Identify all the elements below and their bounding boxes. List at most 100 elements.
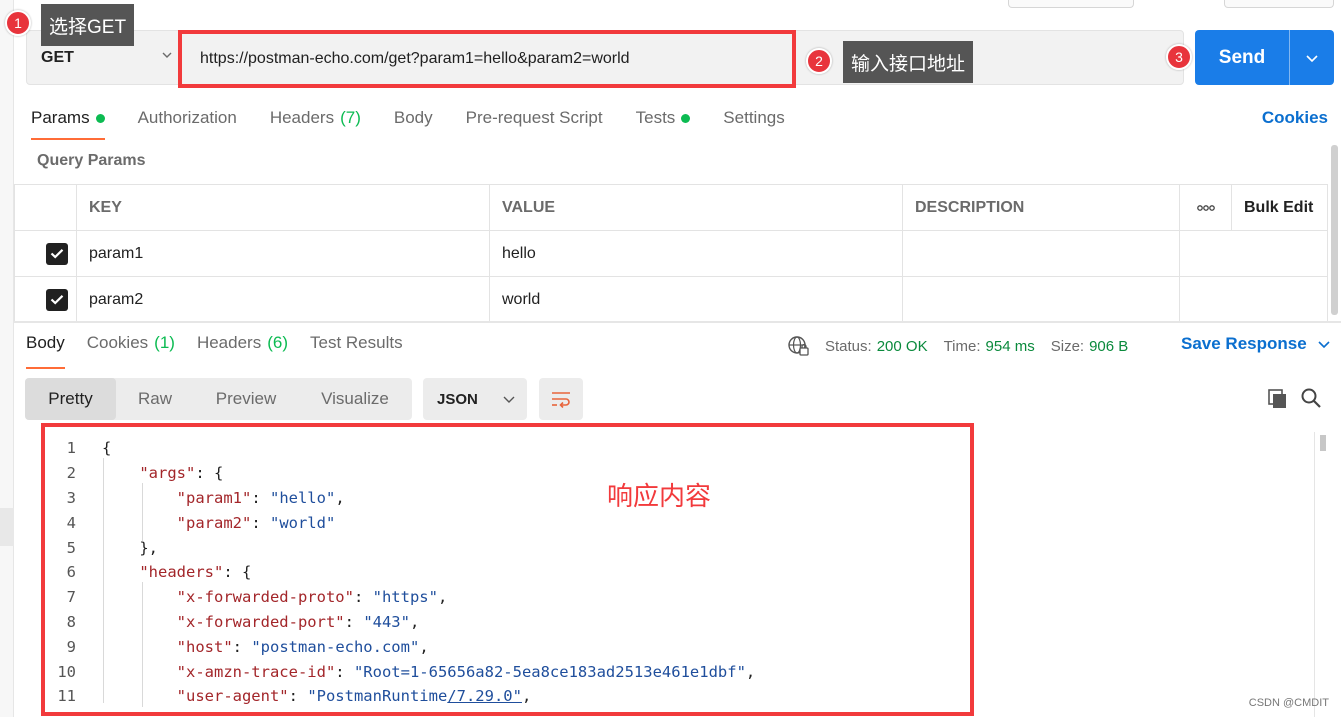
response-tabs: Body Cookies (1) Headers (6) Test Results xyxy=(26,333,425,369)
row-checkbox[interactable] xyxy=(46,242,68,265)
view-preview-button[interactable]: Preview xyxy=(194,378,298,420)
column-header-description: DESCRIPTION xyxy=(902,184,1180,231)
tab-authorization[interactable]: Authorization xyxy=(138,100,237,136)
checkmark-icon xyxy=(50,249,64,259)
annotation-badge-3: 3 xyxy=(1166,44,1192,70)
copy-icon[interactable] xyxy=(1267,388,1289,410)
row-extra-cell xyxy=(1179,230,1328,277)
pane-divider[interactable] xyxy=(14,321,1341,323)
tab-label: Headers xyxy=(196,333,262,352)
wrap-lines-icon xyxy=(552,392,570,408)
globe-lock-icon[interactable] xyxy=(787,335,809,357)
response-note: 响应内容 xyxy=(607,481,712,511)
size-label: Size: xyxy=(1050,337,1085,355)
tab-label: Authorization xyxy=(137,108,237,127)
format-select[interactable]: JSON xyxy=(423,378,527,420)
count-badge: (7) xyxy=(340,108,361,127)
request-tabs: Params Authorization Headers (7) Body Pre… xyxy=(31,100,818,140)
chevron-down-icon xyxy=(1318,341,1330,349)
tab-pre-request-script[interactable]: Pre-request Script xyxy=(466,100,603,136)
count-badge: (6) xyxy=(267,333,288,352)
save-response-button[interactable]: Save Response xyxy=(1181,334,1331,354)
annotation-badge-1: 1 xyxy=(5,10,31,36)
checkbox-column-header xyxy=(14,184,77,231)
send-button[interactable]: Send xyxy=(1195,30,1334,85)
tab-label: Headers xyxy=(269,108,335,127)
count-badge: (1) xyxy=(154,333,175,352)
time-value[interactable]: 954 ms xyxy=(986,338,1035,355)
row-extra-cell xyxy=(1179,276,1328,323)
bulk-edit-button[interactable]: Bulk Edit xyxy=(1231,184,1328,231)
tab-label: Tests xyxy=(635,108,676,127)
query-params-title: Query Params xyxy=(37,152,146,169)
method-label: GET xyxy=(41,48,74,66)
left-sidebar-strip xyxy=(0,0,14,717)
param-value-cell[interactable]: hello xyxy=(489,230,903,277)
param-key-cell[interactable]: param1 xyxy=(76,230,490,277)
size-value[interactable]: 906 B xyxy=(1089,338,1128,355)
code-scrollbar[interactable] xyxy=(1320,435,1326,451)
param-description-cell[interactable] xyxy=(902,276,1180,323)
chevron-down-icon xyxy=(162,52,172,58)
annotation-tip-2: 输入接口地址 xyxy=(843,41,974,83)
send-label: Send xyxy=(1218,46,1266,68)
row-checkbox[interactable] xyxy=(46,288,68,311)
top-tab-remnant[interactable] xyxy=(1008,0,1134,8)
checkbox-cell xyxy=(14,230,77,277)
tab-label: Cookies xyxy=(86,333,149,352)
view-pretty-button[interactable]: Pretty xyxy=(25,378,116,420)
checkbox-cell xyxy=(14,276,77,323)
tab-response-cookies[interactable]: Cookies (1) xyxy=(87,333,175,361)
param-description-cell[interactable] xyxy=(902,230,1180,277)
table-row: param2 world xyxy=(14,276,1328,323)
view-visualize-button[interactable]: Visualize xyxy=(298,378,412,420)
send-options-button[interactable] xyxy=(1290,53,1334,63)
tab-label: Pre-request Script xyxy=(465,108,603,127)
annotation-tip-1: 选择GET xyxy=(41,4,135,46)
tab-headers[interactable]: Headers (7) xyxy=(270,100,361,136)
save-response-label: Save Response xyxy=(1181,334,1307,353)
tab-label: Body xyxy=(393,108,433,127)
tab-label: Params xyxy=(31,108,90,127)
param-value-cell[interactable]: world xyxy=(489,276,903,323)
tab-label: Test Results xyxy=(310,333,403,352)
sidebar-handle[interactable] xyxy=(0,508,14,546)
tab-body[interactable]: Body xyxy=(394,100,433,136)
tab-tests[interactable]: Tests xyxy=(636,100,691,136)
time-label: Time: xyxy=(943,337,981,355)
column-header-key: KEY xyxy=(76,184,490,231)
tab-label: Settings xyxy=(723,108,785,127)
more-options-button[interactable] xyxy=(1179,184,1232,231)
cookies-link[interactable]: Cookies xyxy=(1262,108,1328,128)
tab-params[interactable]: Params xyxy=(31,100,105,140)
view-raw-button[interactable]: Raw xyxy=(116,378,194,420)
annotation-badge-2: 2 xyxy=(806,48,832,74)
param-key-cell[interactable]: param2 xyxy=(76,276,490,323)
wrap-lines-button[interactable] xyxy=(539,378,583,420)
more-horizontal-icon xyxy=(1196,204,1215,211)
query-params-table: KEY VALUE DESCRIPTION Bulk Edit param1 h… xyxy=(14,184,1328,323)
search-icon[interactable] xyxy=(1300,387,1322,409)
table-row: param1 hello xyxy=(14,230,1328,277)
status-label: Status: xyxy=(825,337,872,355)
tab-settings[interactable]: Settings xyxy=(723,100,784,136)
tab-response-headers[interactable]: Headers (6) xyxy=(197,333,288,361)
table-header-row: KEY VALUE DESCRIPTION Bulk Edit xyxy=(14,184,1328,231)
tab-test-results[interactable]: Test Results xyxy=(310,333,403,361)
tab-label: Body xyxy=(26,333,65,352)
chevron-down-icon xyxy=(1306,54,1318,62)
status-value[interactable]: 200 OK xyxy=(877,338,928,355)
format-label: JSON xyxy=(437,390,478,408)
url-text: https://postman-echo.com/get?param1=hell… xyxy=(200,50,630,67)
checkmark-icon xyxy=(50,295,64,305)
view-mode-group: Pretty Raw Preview Visualize xyxy=(25,378,412,420)
status-dot xyxy=(681,113,691,123)
tab-response-body[interactable]: Body xyxy=(26,333,65,369)
status-dot xyxy=(95,113,105,123)
watermark: CSDN @CMDIT xyxy=(1248,697,1329,709)
url-input[interactable]: https://postman-echo.com/get?param1=hell… xyxy=(178,30,796,88)
params-scrollbar[interactable] xyxy=(1331,145,1338,315)
top-tab-remnant[interactable] xyxy=(1224,0,1334,8)
code-scroll-track xyxy=(1314,432,1315,717)
response-highlight-box xyxy=(41,423,974,716)
